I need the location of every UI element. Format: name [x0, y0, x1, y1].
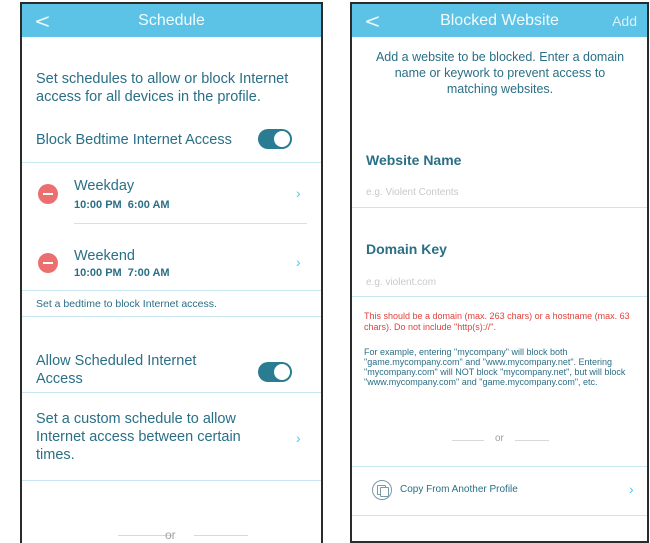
- custom-schedule-text: Set a custom schedule to allow Internet …: [36, 411, 241, 463]
- chevron-right-icon[interactable]: ›: [296, 430, 301, 446]
- remove-icon[interactable]: [38, 184, 58, 204]
- toggle-knob: [274, 364, 290, 380]
- scheduled-toggle[interactable]: [258, 362, 292, 382]
- domain-key-label: Domain Key: [366, 241, 447, 257]
- schedule-name: Weekend: [74, 248, 135, 264]
- scheduled-toggle-label: Allow Scheduled Internet Access: [36, 353, 197, 387]
- or-text: or: [165, 528, 176, 542]
- divider: [352, 296, 647, 297]
- schedule-time: 10:00 PM 6:00 AM: [74, 199, 170, 211]
- schedule-name: Weekday: [74, 178, 135, 194]
- chevron-right-icon[interactable]: ›: [296, 254, 301, 270]
- divider: [74, 223, 307, 224]
- divider: [22, 480, 321, 481]
- bedtime-note: Set a bedtime to block Internet access.: [36, 298, 217, 310]
- domain-example: For example, entering "mycompany" will b…: [364, 347, 626, 387]
- chevron-right-icon[interactable]: ›: [296, 185, 301, 201]
- schedule-intro: Set schedules to allow or block Internet…: [36, 71, 289, 105]
- divider: [352, 515, 647, 516]
- website-name-label: Website Name: [366, 152, 462, 168]
- bedtime-toggle-label: Block Bedtime Internet Access: [36, 132, 232, 148]
- divider: [352, 207, 647, 208]
- divider: [352, 466, 647, 467]
- divider: [22, 392, 321, 393]
- copy-icon: [372, 480, 392, 500]
- domain-warning: This should be a domain (max. 263 chars)…: [364, 311, 630, 332]
- schedule-screen: < Schedule Set schedules to allow or blo…: [20, 2, 323, 543]
- remove-icon[interactable]: [38, 253, 58, 273]
- or-divider-line: [452, 440, 484, 441]
- or-divider-line: [118, 535, 172, 536]
- bedtime-toggle[interactable]: [258, 129, 292, 149]
- copy-from-profile-label: Copy From Another Profile: [400, 484, 518, 495]
- schedule-time: 10:00 PM 7:00 AM: [74, 267, 170, 279]
- blocked-website-title: Blocked Website: [440, 12, 559, 29]
- domain-key-input[interactable]: e.g. violent.com: [366, 277, 436, 288]
- copy-from-profile-row[interactable]: Copy From Another Profile ›: [352, 470, 647, 510]
- or-divider-line: [515, 440, 549, 441]
- divider: [22, 162, 321, 163]
- divider: [22, 290, 321, 291]
- blocked-website-screen: < Blocked Website Add Add a website to b…: [350, 2, 649, 543]
- website-name-input[interactable]: e.g. Violent Contents: [366, 187, 459, 198]
- toggle-knob: [274, 131, 290, 147]
- add-button[interactable]: Add: [612, 13, 637, 29]
- or-divider-line: [194, 535, 248, 536]
- schedule-header: < Schedule: [22, 4, 321, 37]
- schedule-title: Schedule: [138, 12, 205, 29]
- or-text: or: [495, 433, 504, 444]
- custom-schedule-row[interactable]: Set a custom schedule to allow Internet …: [22, 396, 321, 476]
- schedule-row-weekday[interactable]: Weekday 10:00 PM 6:00 AM ›: [22, 168, 321, 222]
- divider: [22, 316, 321, 317]
- blocked-website-intro: Add a website to be blocked. Enter a dom…: [375, 50, 625, 96]
- chevron-right-icon[interactable]: ›: [629, 481, 634, 497]
- schedule-row-weekend[interactable]: Weekend 10:00 PM 7:00 AM ›: [22, 238, 321, 288]
- blocked-website-header: < Blocked Website Add: [352, 4, 647, 37]
